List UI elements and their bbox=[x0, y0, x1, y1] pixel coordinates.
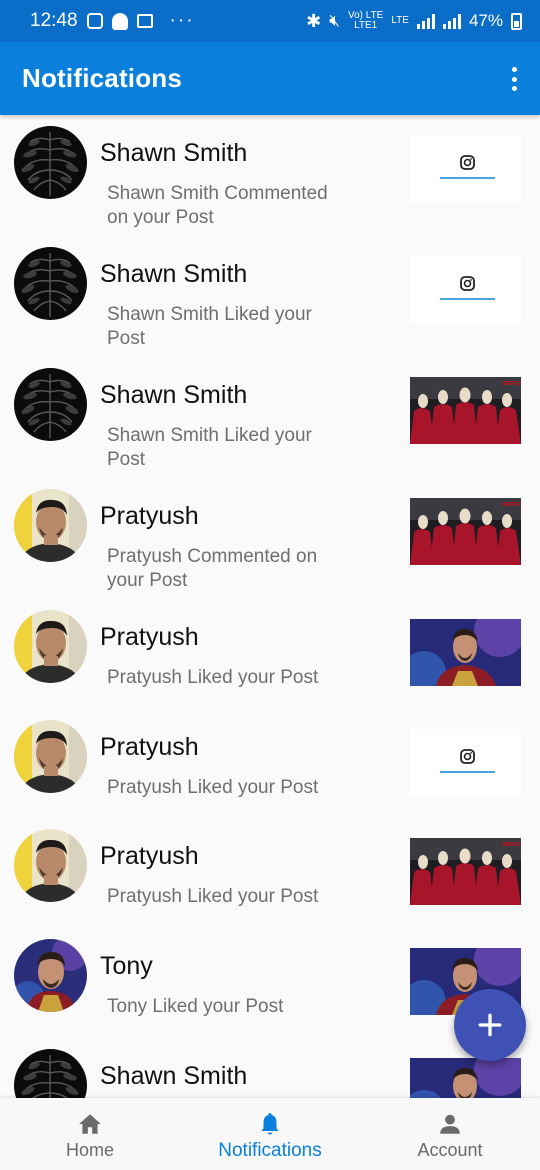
bluetooth-icon: ✱ bbox=[306, 10, 322, 31]
more-vert-icon[interactable] bbox=[510, 67, 518, 91]
avatar bbox=[14, 939, 87, 1012]
status-time: 12:48 bbox=[30, 10, 78, 31]
post-thumbnail[interactable] bbox=[410, 498, 521, 565]
post-thumbnail[interactable] bbox=[410, 256, 521, 323]
post-thumbnail[interactable] bbox=[410, 619, 521, 686]
dark-leaves-photo bbox=[14, 368, 87, 441]
status-bar: 12:48 ··· ✱ 🔇︎ Vo) LTE LTE1 LTE 47% bbox=[0, 0, 540, 42]
avatar bbox=[14, 247, 87, 320]
avatar bbox=[14, 368, 87, 441]
bottom-navigation: Home Notifications Account bbox=[0, 1098, 540, 1170]
volte-indicator: Vo) LTE LTE1 bbox=[348, 11, 383, 31]
post-thumbnail[interactable] bbox=[410, 377, 521, 444]
person-icon bbox=[440, 1114, 460, 1134]
man-selfie-photo bbox=[14, 610, 87, 683]
instagram-embed bbox=[410, 256, 521, 323]
notification-message: Shawn Smith Liked your Post bbox=[107, 425, 312, 470]
man-selfie-photo bbox=[14, 829, 87, 902]
home-icon bbox=[79, 1114, 101, 1134]
image-notif-icon bbox=[136, 14, 153, 28]
post-thumbnail[interactable] bbox=[410, 838, 521, 905]
notification-name: Tony bbox=[100, 952, 153, 980]
more-notifs-icon: ··· bbox=[169, 10, 195, 31]
money-heist-poster bbox=[410, 838, 521, 905]
post-thumbnail[interactable] bbox=[410, 729, 521, 796]
bell-icon bbox=[261, 1113, 279, 1135]
nav-notifications[interactable]: Notifications bbox=[180, 1098, 360, 1170]
dark-leaves-photo bbox=[14, 1049, 87, 1098]
nav-account-label: Account bbox=[417, 1140, 483, 1160]
notification-message: Pratyush Commented on your Post bbox=[107, 546, 318, 591]
notification-item[interactable]: Shawn Smith Shawn Smith Commented on you… bbox=[0, 115, 540, 236]
nav-home[interactable]: Home bbox=[0, 1098, 180, 1170]
notification-message: Pratyush Liked your Post bbox=[107, 667, 319, 688]
iron-man-poster bbox=[410, 619, 521, 686]
avatar bbox=[14, 720, 87, 793]
notification-message: Tony Liked your Post bbox=[107, 996, 284, 1017]
notification-name: Shawn Smith bbox=[100, 139, 248, 167]
notification-item[interactable]: Shawn Smith bbox=[0, 1038, 540, 1098]
notification-name: Pratyush bbox=[100, 842, 199, 870]
notification-item[interactable]: Shawn Smith Shawn Smith Liked your Post bbox=[0, 357, 540, 478]
notification-list[interactable]: Shawn Smith Shawn Smith Commented on you… bbox=[0, 115, 540, 1098]
notification-name: Shawn Smith bbox=[100, 381, 248, 409]
notification-name: Pratyush bbox=[100, 623, 199, 651]
notification-item[interactable]: Shawn Smith Shawn Smith Liked your Post bbox=[0, 236, 540, 357]
dark-leaves-photo bbox=[14, 247, 87, 320]
dark-leaves-photo bbox=[14, 126, 87, 199]
notification-message: Shawn Smith Commented on your Post bbox=[107, 183, 328, 228]
notification-name: Shawn Smith bbox=[100, 260, 248, 288]
signal-2-icon bbox=[442, 13, 461, 29]
instagram-notif-icon bbox=[86, 13, 103, 29]
avatar bbox=[14, 126, 87, 199]
avatar bbox=[14, 829, 87, 902]
post-thumbnail[interactable] bbox=[410, 1058, 521, 1098]
network-sub: LTE1 bbox=[354, 20, 378, 31]
notification-name: Shawn Smith bbox=[100, 1062, 248, 1090]
notification-item[interactable]: Pratyush Pratyush Liked your Post bbox=[0, 818, 540, 939]
mute-icon: 🔇︎ bbox=[329, 11, 340, 30]
nav-notifications-label: Notifications bbox=[218, 1140, 322, 1161]
app-bar: Notifications bbox=[0, 42, 540, 115]
instagram-embed bbox=[410, 729, 521, 796]
add-fab-button[interactable] bbox=[454, 989, 526, 1061]
instagram-embed bbox=[410, 135, 521, 202]
man-selfie-photo bbox=[14, 489, 87, 562]
money-heist-poster bbox=[410, 498, 521, 565]
notification-name: Pratyush bbox=[100, 502, 199, 530]
notification-item[interactable]: Pratyush Pratyush Liked your Post bbox=[0, 599, 540, 720]
iron-man-poster bbox=[410, 1058, 521, 1098]
iron-man-photo bbox=[14, 939, 87, 1012]
avatar bbox=[14, 610, 87, 683]
page-title: Notifications bbox=[22, 63, 183, 93]
battery-percent: 47% bbox=[468, 11, 503, 30]
plus-icon bbox=[478, 1013, 502, 1037]
nav-home-label: Home bbox=[65, 1140, 114, 1160]
avatar bbox=[14, 1049, 87, 1098]
battery-icon bbox=[511, 12, 522, 30]
post-thumbnail[interactable] bbox=[410, 135, 521, 202]
avatar bbox=[14, 489, 87, 562]
notification-message: Pratyush Liked your Post bbox=[107, 777, 319, 798]
signal-1-icon bbox=[416, 13, 435, 29]
notification-name: Pratyush bbox=[100, 733, 199, 761]
notification-message: Pratyush Liked your Post bbox=[107, 886, 319, 907]
snapchat-notif-icon bbox=[111, 12, 128, 30]
nav-account[interactable]: Account bbox=[360, 1098, 540, 1170]
lte-indicator: LTE bbox=[391, 15, 409, 26]
man-selfie-photo bbox=[14, 720, 87, 793]
notification-message: Shawn Smith Liked your Post bbox=[107, 304, 312, 349]
notification-item[interactable]: Pratyush Pratyush Liked your Post bbox=[0, 709, 540, 830]
notification-item[interactable]: Pratyush Pratyush Commented on your Post bbox=[0, 478, 540, 599]
money-heist-poster bbox=[410, 377, 521, 444]
